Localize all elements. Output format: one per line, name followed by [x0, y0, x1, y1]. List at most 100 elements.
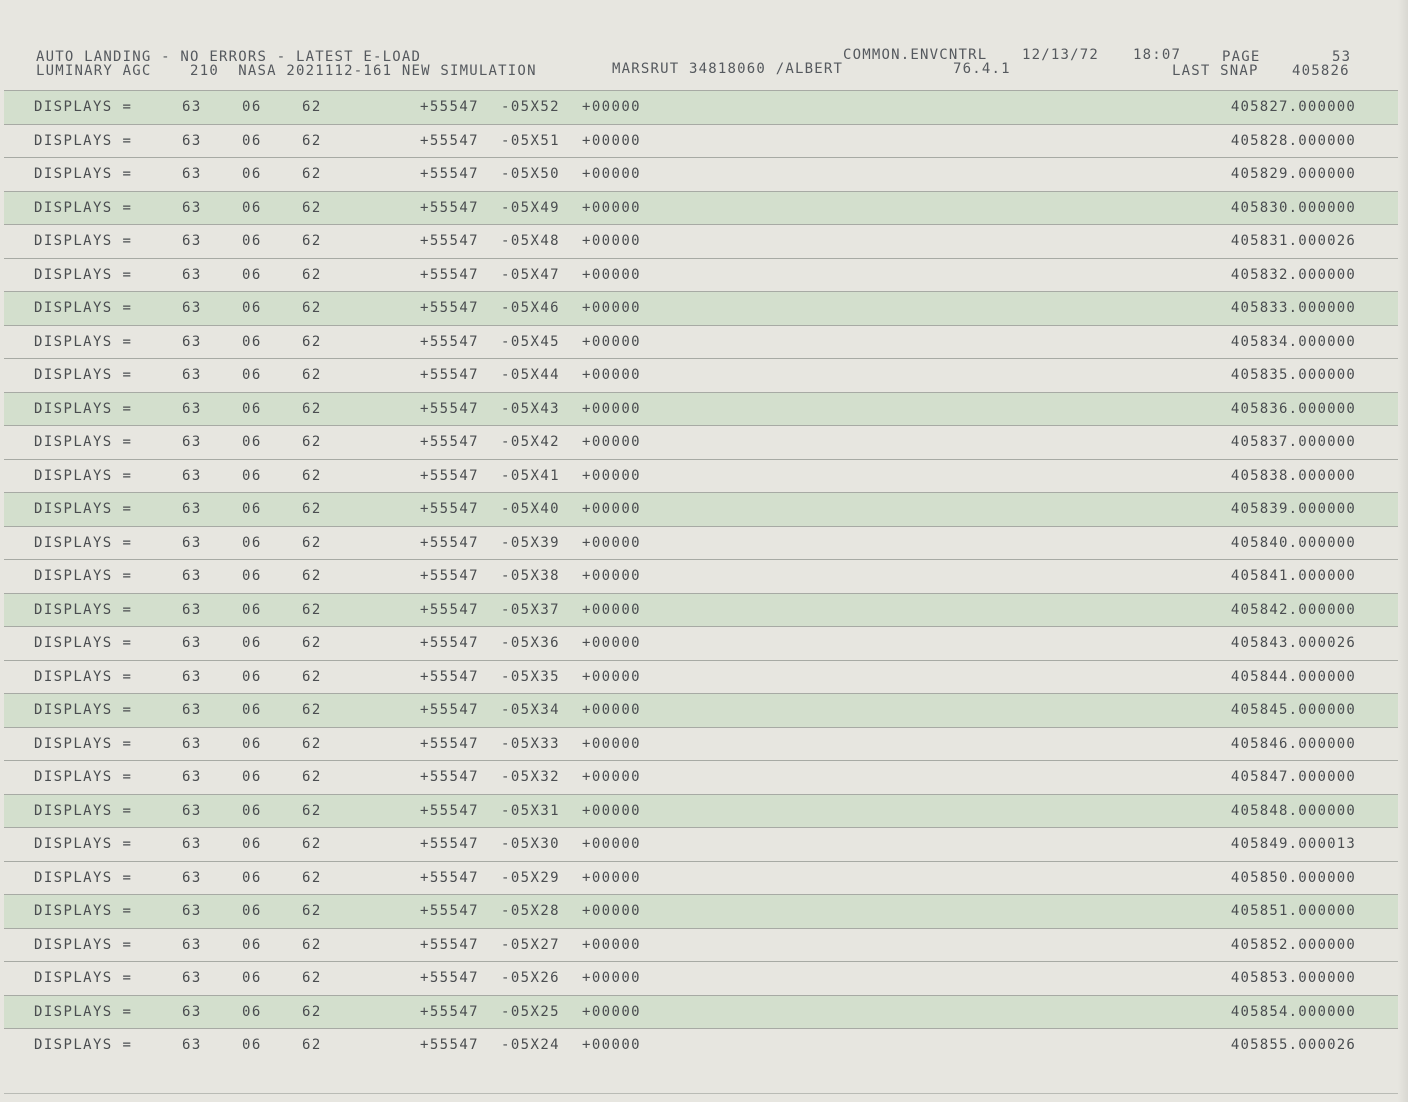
display-code-3: 62: [302, 601, 322, 618]
row-label: DISPLAYS =: [34, 367, 133, 383]
display-code-1: 63: [182, 367, 202, 383]
display-code-1: 63: [182, 434, 202, 450]
display-code-3: 62: [302, 1037, 322, 1053]
register-value-1: +55547: [420, 702, 479, 718]
register-value-3: +00000: [582, 434, 641, 450]
header-title: AUTO LANDING - NO ERRORS - LATEST E-LOAD: [36, 49, 422, 65]
display-code-3: 62: [302, 1003, 322, 1020]
register-value-2: -05X36: [501, 635, 560, 651]
display-code-3: 62: [302, 333, 322, 350]
header-run-id: MARSRUT 34818060 /ALBERT: [612, 61, 844, 77]
timestamp: 405833.000000: [1230, 300, 1356, 316]
row-label: DISPLAYS =: [34, 836, 133, 852]
table-row: DISPLAYS = 63 06 62 +55547 -05X32 +00000 405847…: [4, 760, 1398, 794]
header-time: 18:07: [1133, 47, 1182, 63]
register-value-3: +00000: [582, 333, 641, 350]
display-code-3: 62: [302, 668, 322, 685]
table-row: DISPLAYS = 63 06 62 +55547 -05X51 +00000 405828…: [4, 123, 1398, 158]
register-value-1: +55547: [420, 601, 479, 618]
display-code-3: 62: [302, 869, 322, 886]
register-value-3: +00000: [582, 400, 641, 417]
display-code-2: 06: [242, 501, 262, 517]
display-code-1: 63: [182, 300, 202, 316]
display-code-1: 63: [182, 266, 202, 283]
display-code-1: 63: [182, 132, 202, 149]
timestamp: 405838.000000: [1230, 467, 1356, 484]
row-label: DISPLAYS =: [34, 802, 133, 819]
register-value-3: +00000: [582, 501, 641, 517]
display-code-2: 06: [242, 99, 262, 115]
timestamp: 405832.000000: [1230, 266, 1356, 283]
display-code-2: 06: [242, 568, 262, 584]
row-label: DISPLAYS =: [34, 300, 133, 316]
register-value-2: -05X43: [501, 400, 560, 417]
register-value-2: -05X50: [501, 166, 560, 182]
register-value-2: -05X41: [501, 467, 560, 484]
timestamp: 405841.000000: [1230, 568, 1356, 584]
display-code-1: 63: [182, 501, 202, 517]
table-row: DISPLAYS = 63 06 62 +55547 -05X49 +00000 405830…: [4, 190, 1398, 224]
table-row: DISPLAYS = 63 06 62 +55547 -05X37 +00000 405842…: [4, 592, 1398, 626]
register-value-1: +55547: [420, 970, 479, 986]
timestamp: 405827.000000: [1230, 99, 1356, 115]
register-value-2: -05X44: [501, 367, 560, 383]
timestamp: 405828.000000: [1230, 132, 1356, 149]
table-row: DISPLAYS = 63 06 62 +55547 -05X52 +00000 405827…: [4, 90, 1398, 124]
display-code-3: 62: [302, 367, 322, 383]
register-value-1: +55547: [420, 568, 479, 584]
table-row: DISPLAYS = 63 06 62 +55547 -05X26 +00000 405853…: [4, 961, 1398, 995]
table-row: DISPLAYS = 63 06 62 +55547 -05X33 +00000 405846…: [4, 726, 1398, 761]
register-value-2: -05X47: [501, 266, 560, 283]
register-value-1: +55547: [420, 836, 479, 852]
timestamp: 405843.000026: [1230, 635, 1356, 651]
display-code-2: 06: [242, 400, 262, 417]
row-label: DISPLAYS =: [34, 166, 133, 182]
register-value-3: +00000: [582, 903, 641, 919]
timestamp: 405839.000000: [1230, 501, 1356, 517]
register-value-1: +55547: [420, 1003, 479, 1020]
register-value-1: +55547: [420, 400, 479, 417]
display-code-1: 63: [182, 735, 202, 752]
timestamp: 405855.000026: [1230, 1037, 1356, 1053]
display-code-3: 62: [302, 99, 322, 115]
register-value-2: -05X31: [501, 802, 560, 819]
register-value-1: +55547: [420, 735, 479, 752]
register-value-3: +00000: [582, 1003, 641, 1020]
row-label: DISPLAYS =: [34, 601, 133, 618]
register-value-2: -05X33: [501, 735, 560, 752]
timestamp: 405835.000000: [1230, 367, 1356, 383]
display-code-3: 62: [302, 802, 322, 819]
row-label: DISPLAYS =: [34, 467, 133, 484]
row-label: DISPLAYS =: [34, 132, 133, 149]
table-row: DISPLAYS = 63 06 62 +55547 -05X28 +00000 405851…: [4, 894, 1398, 928]
display-code-1: 63: [182, 1037, 202, 1053]
header-snap-number: 405826: [1292, 63, 1350, 79]
display-code-2: 06: [242, 534, 262, 551]
display-code-3: 62: [302, 400, 322, 417]
register-value-1: +55547: [420, 132, 479, 149]
register-value-1: +55547: [420, 266, 479, 283]
register-value-2: -05X48: [501, 233, 560, 249]
register-value-3: +00000: [582, 869, 641, 886]
register-value-2: -05X29: [501, 869, 560, 886]
timestamp: 405837.000000: [1230, 434, 1356, 450]
table-row: DISPLAYS = 63 06 62 +55547 -05X27 +00000 405852…: [4, 927, 1398, 962]
register-value-2: -05X25: [501, 1003, 560, 1020]
row-label: DISPLAYS =: [34, 434, 133, 450]
register-value-2: -05X40: [501, 501, 560, 517]
register-value-1: +55547: [420, 467, 479, 484]
row-label: DISPLAYS =: [34, 702, 133, 718]
table-row: DISPLAYS = 63 06 62 +55547 -05X38 +00000 405841…: [4, 559, 1398, 593]
register-value-3: +00000: [582, 635, 641, 651]
register-value-1: +55547: [420, 166, 479, 182]
printout-header: AUTO LANDING - NO ERRORS - LATEST E-LOAD…: [0, 46, 1408, 86]
register-value-1: +55547: [420, 300, 479, 316]
display-code-1: 63: [182, 601, 202, 618]
row-label: DISPLAYS =: [34, 99, 133, 115]
display-code-1: 63: [182, 400, 202, 417]
register-value-1: +55547: [420, 233, 479, 249]
display-code-3: 62: [302, 434, 322, 450]
display-code-2: 06: [242, 702, 262, 718]
table-row: DISPLAYS = 63 06 62 +55547 -05X36 +00000 405843…: [4, 626, 1398, 660]
row-label: DISPLAYS =: [34, 936, 133, 953]
